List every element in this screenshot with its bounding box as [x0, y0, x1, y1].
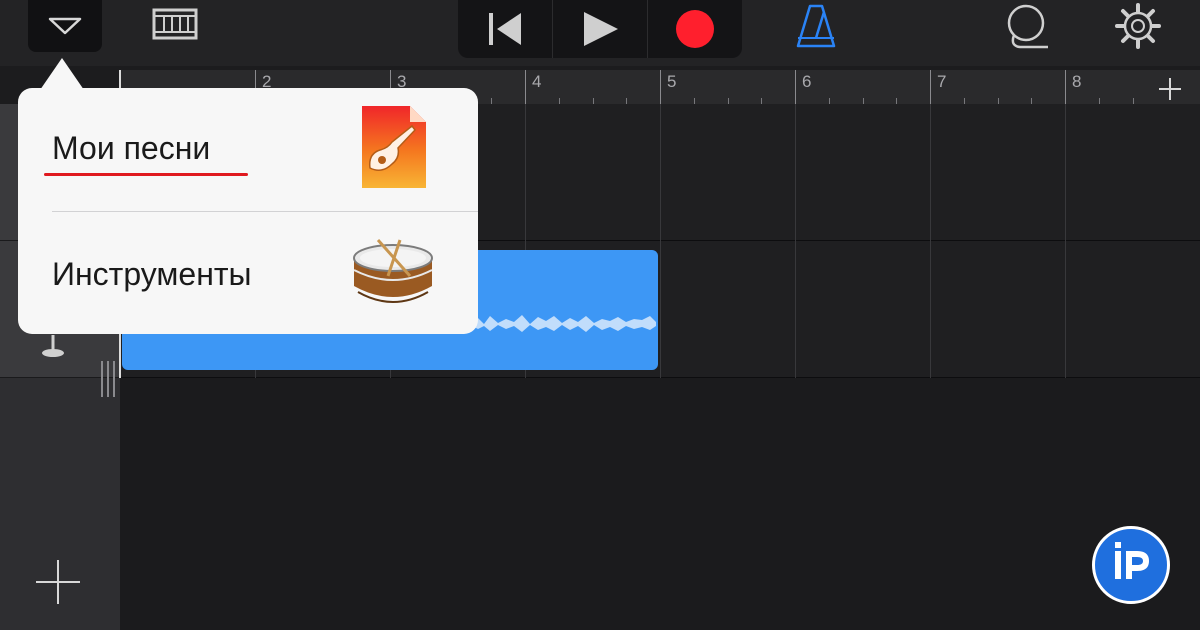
popover-arrow — [40, 58, 84, 90]
ruler-bar-number: 4 — [532, 72, 542, 91]
loop-browser-icon — [1007, 4, 1048, 49]
go-to-start-icon — [489, 13, 521, 45]
ruler-bar-number: 6 — [802, 72, 812, 91]
ip-logo-icon — [1115, 542, 1149, 579]
ruler-bar-line — [1065, 70, 1066, 106]
tracks-view-button[interactable] — [146, 0, 204, 48]
go-to-start-button[interactable] — [458, 0, 553, 58]
browser-button[interactable] — [28, 0, 102, 52]
highlight-underline — [44, 173, 248, 176]
metronome-button[interactable] — [790, 0, 842, 52]
menu-item-label: Инструменты — [52, 256, 252, 292]
grid-line — [930, 104, 931, 378]
grid-line — [660, 104, 661, 378]
ruler-bar-line — [930, 70, 931, 106]
ruler-bar-line — [795, 70, 796, 106]
snare-drum-icon — [353, 239, 433, 303]
play-icon — [584, 12, 618, 46]
ruler-bar-number: 5 — [667, 72, 677, 91]
plus-icon — [36, 560, 80, 604]
record-button[interactable] — [648, 0, 742, 58]
tracks-view-icon — [152, 8, 198, 40]
ruler-bar-line — [525, 70, 526, 106]
triangle-down-icon — [48, 17, 82, 35]
add-track-button[interactable] — [30, 554, 86, 610]
transport-controls — [458, 0, 742, 58]
add-section-button[interactable] — [1140, 70, 1200, 106]
ruler-bar-number: 7 — [937, 72, 947, 91]
grid-line — [1065, 104, 1066, 378]
menu-item-my-songs[interactable]: Мои песни — [18, 88, 478, 208]
watermark-logo — [1092, 526, 1170, 604]
grid-line — [795, 104, 796, 378]
plus-icon — [1159, 78, 1181, 100]
control-bar — [0, 0, 1200, 66]
settings-button[interactable] — [1108, 0, 1168, 52]
menu-item-instruments[interactable]: Инструменты — [18, 212, 478, 332]
resize-handle-icon — [101, 361, 115, 397]
microphone-icon — [42, 335, 64, 357]
garageband-document-icon — [362, 106, 426, 188]
metronome-icon — [796, 4, 836, 48]
menu-item-label: Мои песни — [52, 130, 211, 166]
play-button[interactable] — [553, 0, 648, 58]
loop-browser-button[interactable] — [996, 0, 1056, 52]
gear-icon — [1115, 3, 1161, 49]
browser-popover: Мои песни Инструменты — [18, 88, 478, 334]
ruler-bar-number: 8 — [1072, 72, 1082, 91]
record-icon — [676, 10, 714, 48]
ruler-bar-line — [660, 70, 661, 106]
